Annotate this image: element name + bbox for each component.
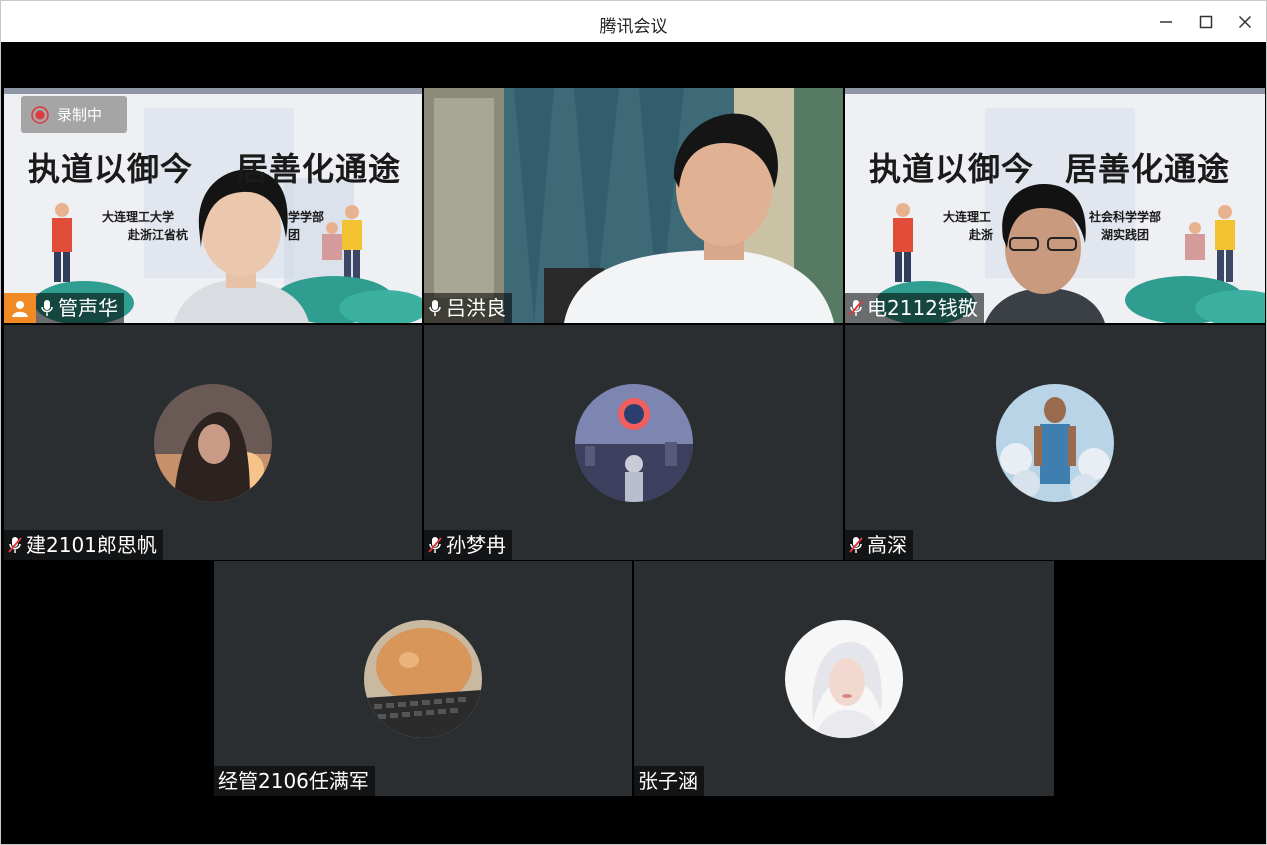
participant-namebar: 经管2106任满军	[214, 766, 375, 796]
participant-name: 建2101郎思帆	[26, 533, 157, 557]
participant-tile[interactable]: 孙梦冉	[424, 325, 843, 560]
microphone-muted-icon	[845, 530, 867, 560]
title-bar[interactable]: 腾讯会议	[1, 1, 1266, 42]
window-title: 腾讯会议	[599, 17, 668, 37]
close-icon	[1238, 15, 1252, 29]
close-button[interactable]	[1232, 9, 1258, 35]
banner-line2-right: 湖实践团	[1101, 228, 1150, 242]
participant-namebar: 管声华	[4, 293, 124, 323]
participant-namebar: 高深	[845, 530, 913, 560]
host-person-icon	[4, 293, 36, 323]
participant-tile[interactable]: 吕洪良	[424, 88, 843, 323]
banner-line2-left: 赴浙	[969, 228, 994, 242]
banner-title-left: 执道以御今	[869, 150, 1035, 188]
banner-title-left: 执道以御今	[28, 150, 194, 188]
minimize-button[interactable]	[1153, 9, 1179, 35]
participant-name: 电2112钱敬	[867, 296, 978, 320]
microphone-icon	[36, 293, 58, 323]
participant-tile[interactable]: 建2101郎思帆	[4, 325, 422, 560]
participant-tile[interactable]: 高深	[845, 325, 1265, 560]
microphone-muted-icon	[424, 530, 446, 560]
participant-name: 管声华	[58, 296, 118, 320]
participant-tile[interactable]: 张子涵	[634, 561, 1054, 796]
minimize-icon	[1160, 21, 1172, 23]
banner-line1-right: 学学部	[288, 210, 325, 224]
participant-name: 吕洪良	[446, 296, 506, 320]
banner-line1-left: 大连理工大学	[102, 210, 175, 224]
participant-video: 执道以御今 居善化通途 大连理工 社会科学学部 赴浙 湖实践团	[845, 88, 1265, 323]
avatar	[996, 383, 1114, 502]
participant-namebar: 吕洪良	[424, 293, 512, 323]
participant-namebar: 孙梦冉	[424, 530, 512, 560]
participant-video	[424, 88, 843, 323]
avatar	[154, 383, 272, 502]
participant-tile[interactable]: 经管2106任满军	[214, 561, 632, 796]
avatar	[785, 619, 903, 738]
participant-name: 张子涵	[638, 769, 698, 793]
banner-line2-right: 团	[288, 228, 301, 242]
banner-line2-left: 赴浙江省杭	[128, 228, 189, 242]
microphone-muted-icon	[4, 530, 26, 560]
recording-indicator[interactable]: 录制中	[21, 96, 127, 133]
meeting-window: 腾讯会议 执道以御今 居善化通途 大连理工大学 学学部 赴浙江省杭 团 录制中 …	[0, 0, 1267, 845]
banner-title-right: 居善化通途	[1065, 150, 1231, 188]
avatar	[364, 619, 482, 738]
microphone-icon	[424, 293, 446, 323]
microphone-muted-icon	[845, 293, 867, 323]
participant-namebar: 张子涵	[634, 766, 704, 796]
participant-namebar: 电2112钱敬	[845, 293, 984, 323]
banner-title-right: 居善化通途	[236, 150, 402, 188]
participant-name: 经管2106任满军	[218, 769, 369, 793]
participant-name: 孙梦冉	[446, 533, 506, 557]
participant-name: 高深	[867, 533, 907, 557]
recording-label: 录制中	[57, 106, 103, 124]
maximize-icon	[1199, 15, 1213, 29]
participant-tile[interactable]: 执道以御今 居善化通途 大连理工大学 学学部 赴浙江省杭 团 录制中 管声华	[4, 88, 422, 323]
avatar	[574, 383, 693, 502]
record-dot-icon	[31, 105, 49, 124]
participant-tile[interactable]: 执道以御今 居善化通途 大连理工 社会科学学部 赴浙 湖实践团 电2112钱敬	[845, 88, 1265, 323]
participant-namebar: 建2101郎思帆	[4, 530, 163, 560]
banner-line1-right: 社会科学学部	[1089, 210, 1162, 224]
video-grid: 执道以御今 居善化通途 大连理工大学 学学部 赴浙江省杭 团 录制中 管声华 吕…	[4, 42, 1265, 843]
banner-line1-left: 大连理工	[943, 210, 992, 224]
maximize-button[interactable]	[1193, 9, 1219, 35]
